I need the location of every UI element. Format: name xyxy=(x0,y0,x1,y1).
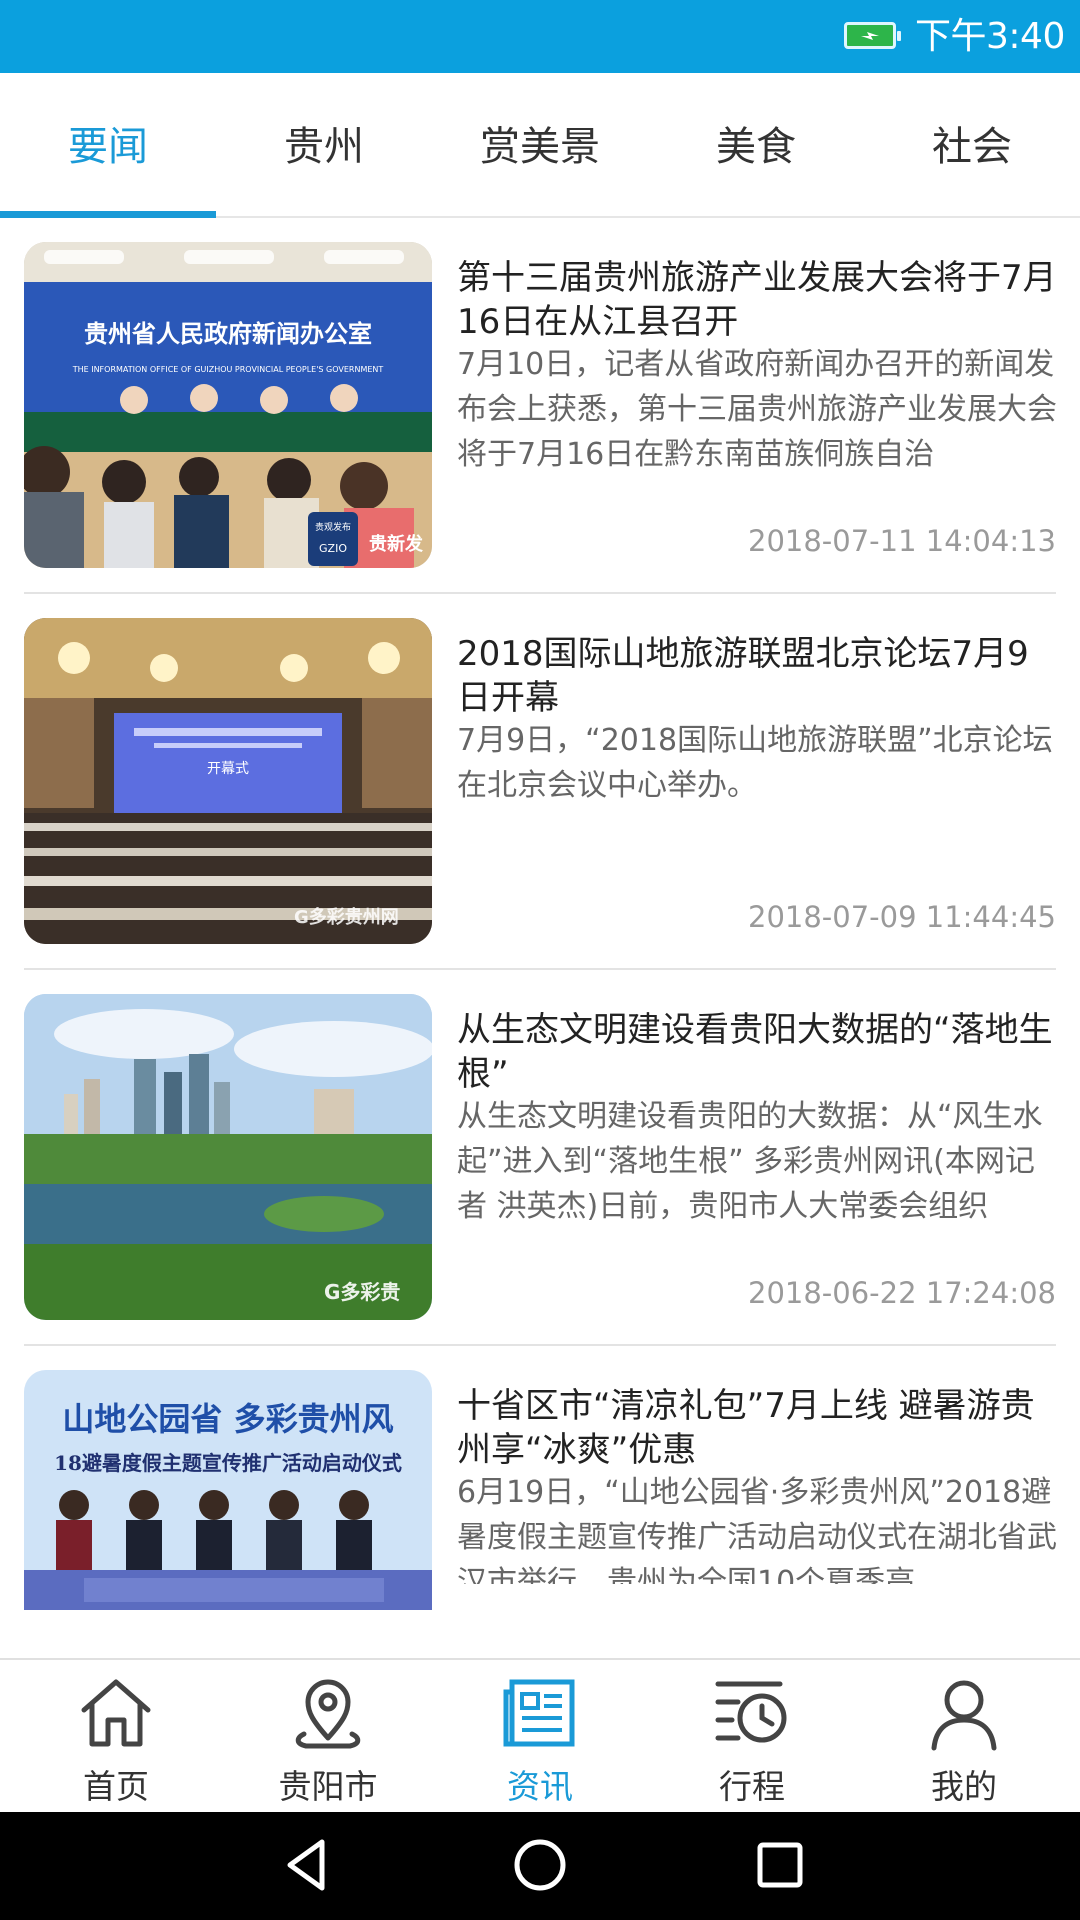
nav-label: 资讯 xyxy=(507,1767,573,1806)
news-date: 2018-06-22 17:24:08 xyxy=(748,1276,1056,1310)
news-item[interactable]: 贵州省人民政府新闻办公室 THE INFORMATION OFFICE OF G… xyxy=(24,218,1057,594)
news-item[interactable]: 山地公园省 多彩贵州风 18避暑度假主题宣传推广活动启动仪式 十省区市“清凉礼包… xyxy=(24,1346,1057,1615)
nav-item-news[interactable]: 资讯 xyxy=(432,1660,648,1812)
status-bar: 下午3:40 xyxy=(0,0,1080,73)
person-icon xyxy=(931,1680,997,1751)
nav-label: 首页 xyxy=(83,1767,149,1806)
tab-headlines[interactable]: 要闻 xyxy=(0,73,216,218)
nav-item-guiyang[interactable]: 贵阳市 xyxy=(220,1660,436,1812)
recents-icon[interactable] xyxy=(745,1830,815,1900)
image-logo-top: 贵观发布 xyxy=(315,521,351,533)
home-circle-icon[interactable] xyxy=(505,1830,575,1900)
system-navigation-bar xyxy=(0,1812,1080,1920)
news-thumbnail[interactable]: G多彩贵 xyxy=(24,994,432,1320)
news-summary: 6月19日，“山地公园省·多彩贵州风”2018避暑度假主题宣传推广活动启动仪式在… xyxy=(457,1475,1057,1584)
news-summary: 7月9日，“2018国际山地旅游联盟”北京论坛在北京会议中心举办。 xyxy=(457,723,1053,803)
news-item[interactable]: G多彩贵 从生态文明建设看贵阳大数据的“落地生根” 从生态文明建设看贵阳的大数据… xyxy=(24,970,1056,1346)
nav-item-itinerary[interactable]: 行程 xyxy=(644,1660,860,1812)
home-icon xyxy=(81,1679,151,1747)
nav-label: 我的 xyxy=(931,1767,997,1806)
category-tabs: 要闻 贵州 赏美景 美食 社会 xyxy=(0,73,1080,218)
image-banner-text: 山地公园省 多彩贵州风 xyxy=(62,1400,393,1438)
image-logo: GZIO xyxy=(319,542,347,555)
nav-label: 行程 xyxy=(719,1767,785,1806)
news-date: 2018-07-09 11:44:45 xyxy=(748,900,1056,934)
image-banner-text: 贵州省人民政府新闻办公室 xyxy=(84,320,372,348)
nav-item-mine[interactable]: 我的 xyxy=(856,1660,1072,1812)
news-icon xyxy=(503,1679,575,1747)
image-watermark: G多彩贵 xyxy=(324,1280,400,1304)
news-thumbnail[interactable]: 开幕式 G多彩贵州网 xyxy=(24,618,432,944)
news-title[interactable]: 从生态文明建设看贵阳大数据的“落地生根” xyxy=(457,1008,1057,1096)
news-title[interactable]: 十省区市“清凉礼包”7月上线 避暑游贵州享“冰爽”优惠 xyxy=(457,1384,1057,1472)
tab-food[interactable]: 美食 xyxy=(648,73,864,218)
news-summary: 7月10日，记者从省政府新闻办召开的新闻发布会上获悉，第十三届贵州旅游产业发展大… xyxy=(457,347,1057,472)
status-time: 下午3:40 xyxy=(915,16,1065,57)
image-banner-subtext: 18避暑度假主题宣传推广活动启动仪式 xyxy=(54,1451,402,1475)
news-item[interactable]: 开幕式 G多彩贵州网 2018国际山地旅游联盟北京论坛7月9日开幕 7月9日，“… xyxy=(24,594,1056,970)
tab-scenery[interactable]: 赏美景 xyxy=(432,73,648,218)
nav-item-home[interactable]: 首页 xyxy=(8,1660,224,1812)
news-thumbnail[interactable]: 山地公园省 多彩贵州风 18避暑度假主题宣传推广活动启动仪式 xyxy=(24,1370,432,1610)
news-feed[interactable]: 贵州省人民政府新闻办公室 THE INFORMATION OFFICE OF G… xyxy=(0,218,1080,1615)
itinerary-clock-icon xyxy=(715,1681,787,1743)
bottom-navigation: 首页 贵阳市 资讯 行程 我的 xyxy=(0,1658,1080,1812)
image-watermark: G多彩贵州网 xyxy=(294,906,399,928)
image-banner-subtext: THE INFORMATION OFFICE OF GUIZHOU PROVIN… xyxy=(72,365,384,374)
news-title[interactable]: 2018国际山地旅游联盟北京论坛7月9日开幕 xyxy=(457,632,1057,720)
tab-society[interactable]: 社会 xyxy=(864,73,1080,218)
battery-charging-icon xyxy=(844,22,901,49)
active-tab-indicator xyxy=(0,211,216,218)
back-icon[interactable] xyxy=(272,1830,342,1900)
news-title[interactable]: 第十三届贵州旅游产业发展大会将于7月16日在从江县召开 xyxy=(457,256,1057,344)
nav-label: 贵阳市 xyxy=(278,1767,378,1806)
news-thumbnail[interactable]: 贵州省人民政府新闻办公室 THE INFORMATION OFFICE OF G… xyxy=(24,242,432,568)
tab-guizhou[interactable]: 贵州 xyxy=(216,73,432,218)
image-watermark: 贵新发 xyxy=(369,533,424,555)
location-pin-icon xyxy=(295,1679,361,1749)
news-summary: 从生态文明建设看贵阳的大数据：从“风生水起”进入到“落地生根” 多彩贵州网讯(本… xyxy=(457,1099,1043,1224)
image-screen-text: 开幕式 xyxy=(207,761,249,777)
news-date: 2018-07-11 14:04:13 xyxy=(748,524,1056,558)
